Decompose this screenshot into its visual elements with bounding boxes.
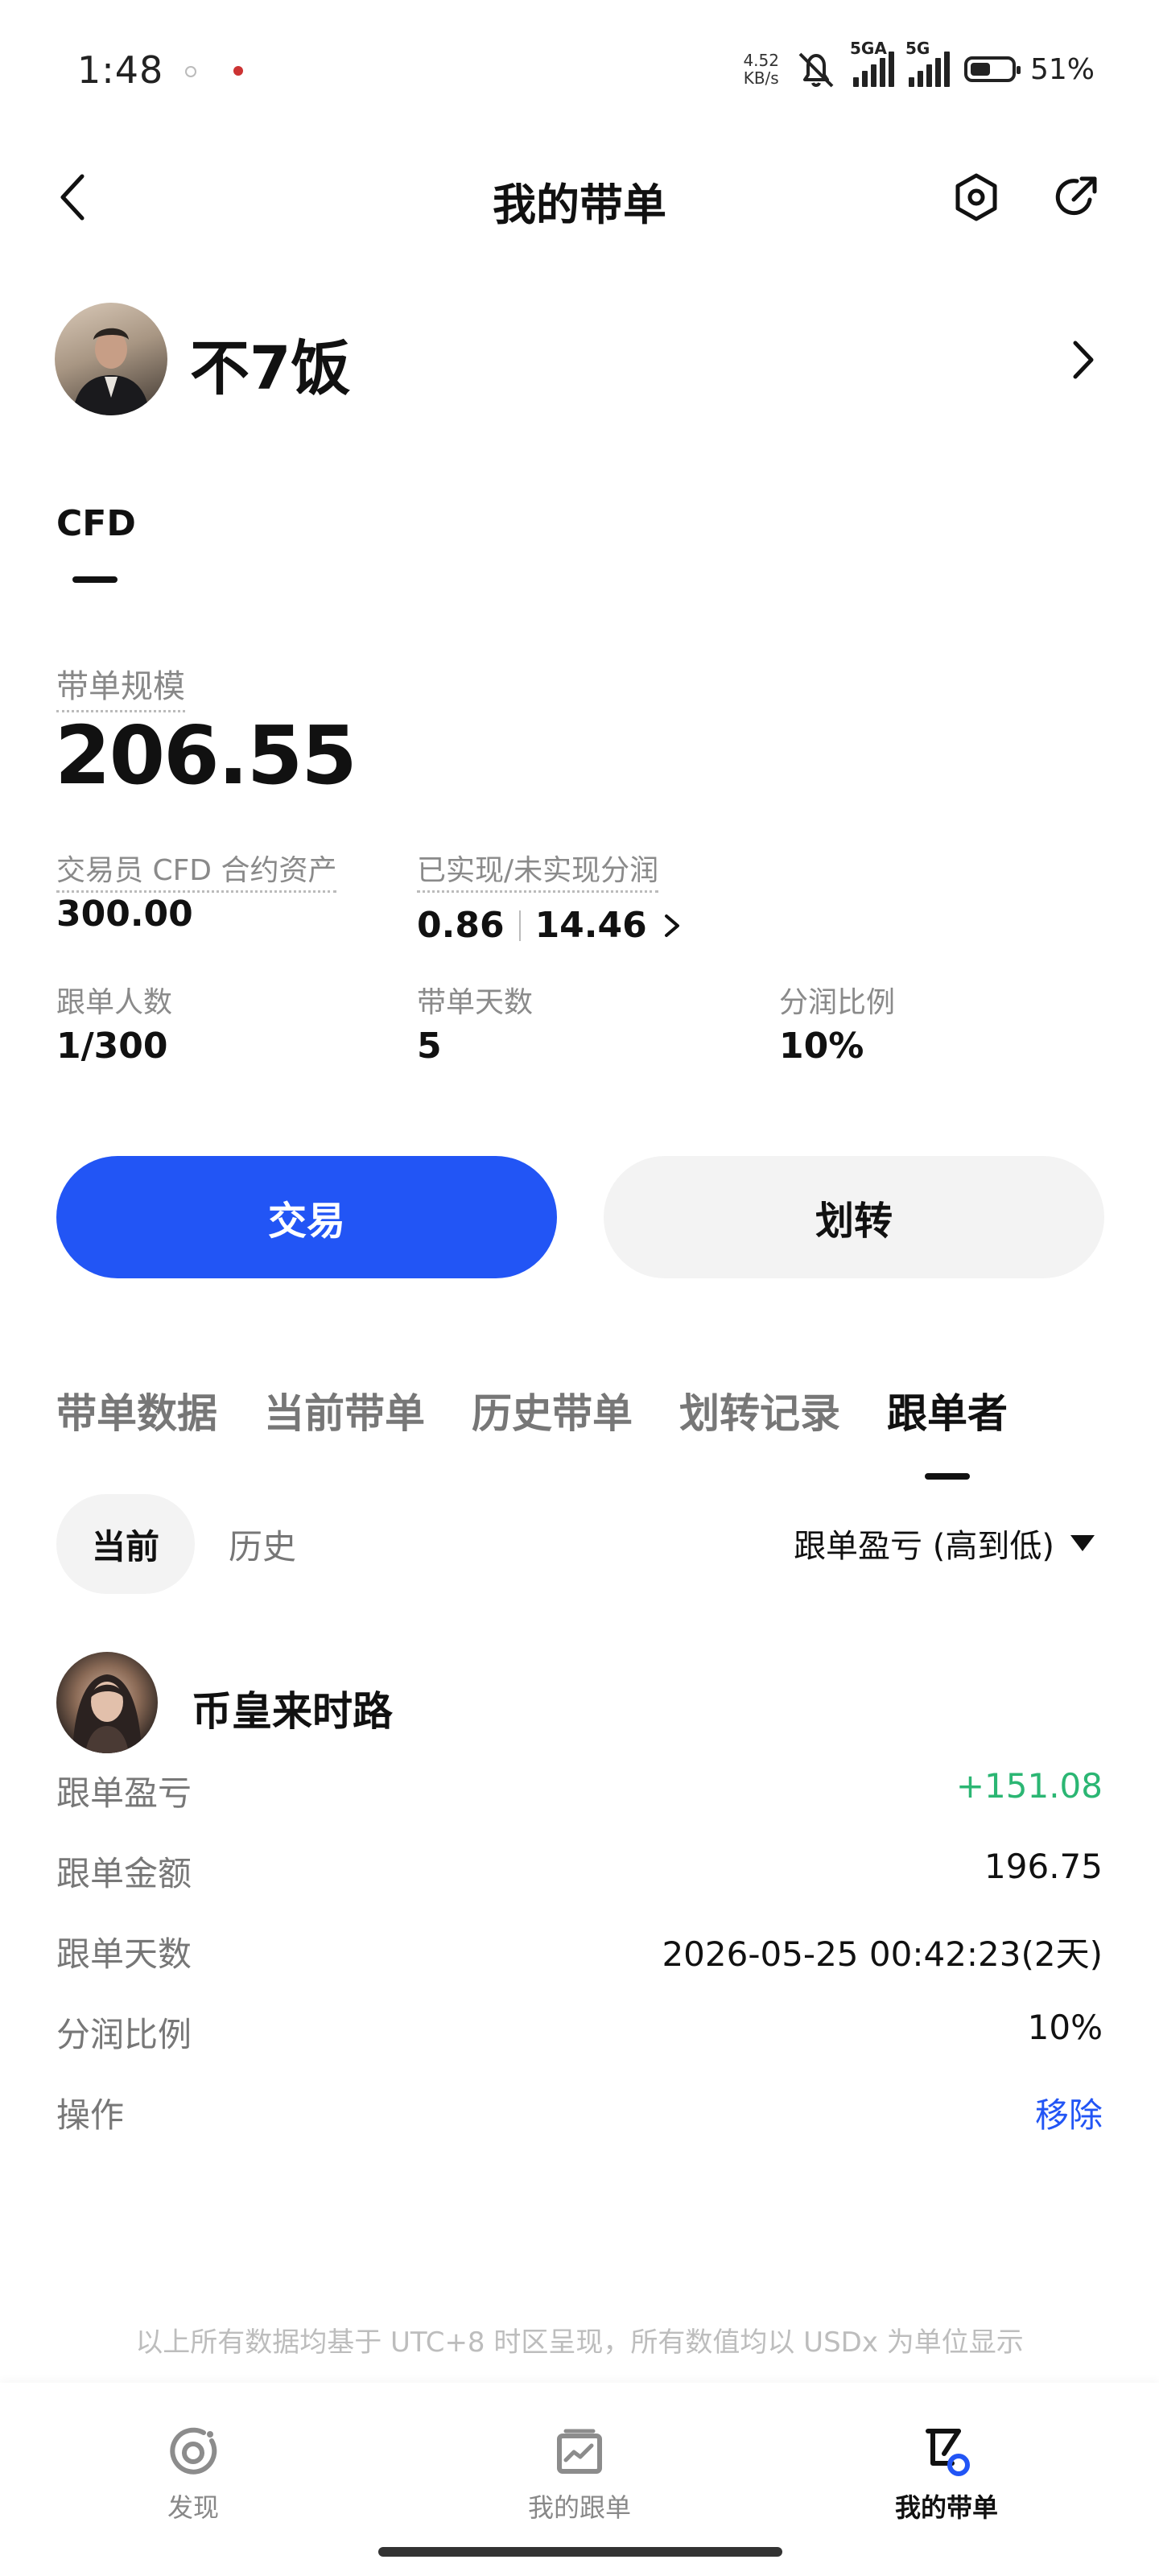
trader-asset-value: 300.00 (56, 894, 193, 935)
follow-ratio-label: 分润比例 (56, 2015, 192, 2054)
nav-my-copy[interactable]: 我的跟单 (483, 2423, 676, 2524)
sort-dropdown[interactable]: 跟单盈亏 (高到低) (794, 1520, 1095, 1567)
lead-trading-icon (926, 2429, 970, 2476)
trader-asset-label[interactable]: 交易员 CFD 合约资产 (56, 847, 337, 893)
unrealized-profit-value: 14.46 (534, 905, 647, 946)
nav-my-lead[interactable]: 我的带单 (850, 2423, 1043, 2524)
follow-pnl-value: +151.08 (955, 1766, 1103, 1806)
status-time: 1:48 (77, 48, 164, 92)
network-speed: 4.52 KB/s (743, 52, 779, 87)
transfer-button[interactable]: 划转 (604, 1156, 1104, 1278)
profile-name[interactable]: 不7饭 (190, 320, 351, 407)
battery-level (970, 63, 990, 76)
filter-history-button[interactable]: 历史 (229, 1494, 296, 1594)
nav-discover-label: 发现 (167, 2492, 219, 2523)
follow-pnl-label: 跟单盈亏 (56, 1773, 192, 1813)
chevron-right-icon (664, 914, 679, 937)
settings-hexagon-icon[interactable] (948, 169, 1004, 225)
lead-days-label: 带单天数 (417, 986, 534, 1019)
operation-label: 操作 (56, 2095, 125, 2135)
follower-portrait (72, 1674, 142, 1753)
scale-label[interactable]: 带单规模 (56, 660, 185, 712)
section-tabs: 带单数据 当前带单 历史带单 划转记录 跟单者 (56, 1381, 1008, 1480)
profit-ratio-value: 10% (779, 1026, 864, 1067)
filter-current-button[interactable]: 当前 (56, 1494, 195, 1594)
network-speed-unit: KB/s (743, 68, 779, 88)
follow-ratio-value: 10% (1027, 2008, 1103, 2047)
tab-history-lead[interactable]: 历史带单 (472, 1381, 633, 1439)
discover-icon (170, 2427, 217, 2475)
tab-cfd[interactable]: CFD (56, 503, 136, 544)
app-notification-icon (233, 66, 243, 76)
value-divider (518, 910, 521, 941)
status-indicators: 4.52 KB/s 5GA 5G 51% (743, 39, 1095, 93)
home-indicator[interactable] (378, 2547, 782, 2557)
signal-5ga-icon: 5GA (850, 39, 894, 87)
scale-value: 206.55 (55, 708, 357, 803)
tab-followers[interactable]: 跟单者 (887, 1381, 1008, 1480)
profile-avatar[interactable] (55, 303, 167, 415)
sort-dropdown-label: 跟单盈亏 (高到低) (794, 1528, 1054, 1565)
profit-share-values[interactable]: 0.86 14.46 (417, 905, 683, 946)
follow-days-label: 跟单天数 (56, 1934, 192, 1974)
profit-ratio-label: 分润比例 (779, 986, 896, 1019)
mute-bell-icon (798, 52, 834, 88)
nav-my-lead-label: 我的带单 (894, 2492, 998, 2523)
lead-days-value: 5 (417, 1026, 442, 1067)
trade-button[interactable]: 交易 (56, 1156, 557, 1278)
profit-share-label[interactable]: 已实现/未实现分润 (417, 847, 659, 893)
timezone-note: 以上所有数据均基于 UTC+8 时区呈现，所有数值均以 USDx 为单位显示 (135, 2326, 1024, 2359)
realized-profit-value: 0.86 (417, 905, 505, 946)
followers-value: 1/300 (56, 1026, 168, 1067)
follow-days-value: 2026-05-25 00:42:23(2天) (662, 1934, 1103, 1974)
chevron-right-icon[interactable] (1062, 332, 1103, 388)
tab-cfd-underline (72, 576, 118, 583)
nav-discover[interactable]: 发现 (97, 2423, 290, 2524)
chart-board-icon (557, 2429, 602, 2474)
share-icon[interactable] (1048, 169, 1104, 225)
tab-lead-data[interactable]: 带单数据 (56, 1381, 217, 1439)
follower-avatar (56, 1652, 158, 1753)
signal-5g-label: 5G (905, 39, 930, 58)
caret-down-icon (1070, 1535, 1095, 1551)
signal-5ga-label: 5GA (849, 39, 887, 58)
followers-label: 跟单人数 (56, 986, 173, 1019)
battery-percent: 51% (1029, 52, 1095, 86)
avatar-portrait (72, 328, 150, 415)
follow-amount-value: 196.75 (984, 1847, 1103, 1886)
follow-amount-label: 跟单金额 (56, 1854, 192, 1893)
signal-5g-icon: 5G (905, 39, 950, 87)
follower-name: 币皇来时路 (192, 1688, 393, 1735)
network-speed-value: 4.52 (743, 51, 779, 70)
battery-icon (963, 56, 1021, 82)
remove-follower-link[interactable]: 移除 (1035, 2088, 1103, 2137)
notification-dot-icon (185, 66, 196, 77)
tab-current-lead[interactable]: 当前带单 (264, 1381, 425, 1439)
nav-my-copy-label: 我的跟单 (527, 2492, 631, 2523)
tab-transfer-records[interactable]: 划转记录 (679, 1381, 840, 1439)
